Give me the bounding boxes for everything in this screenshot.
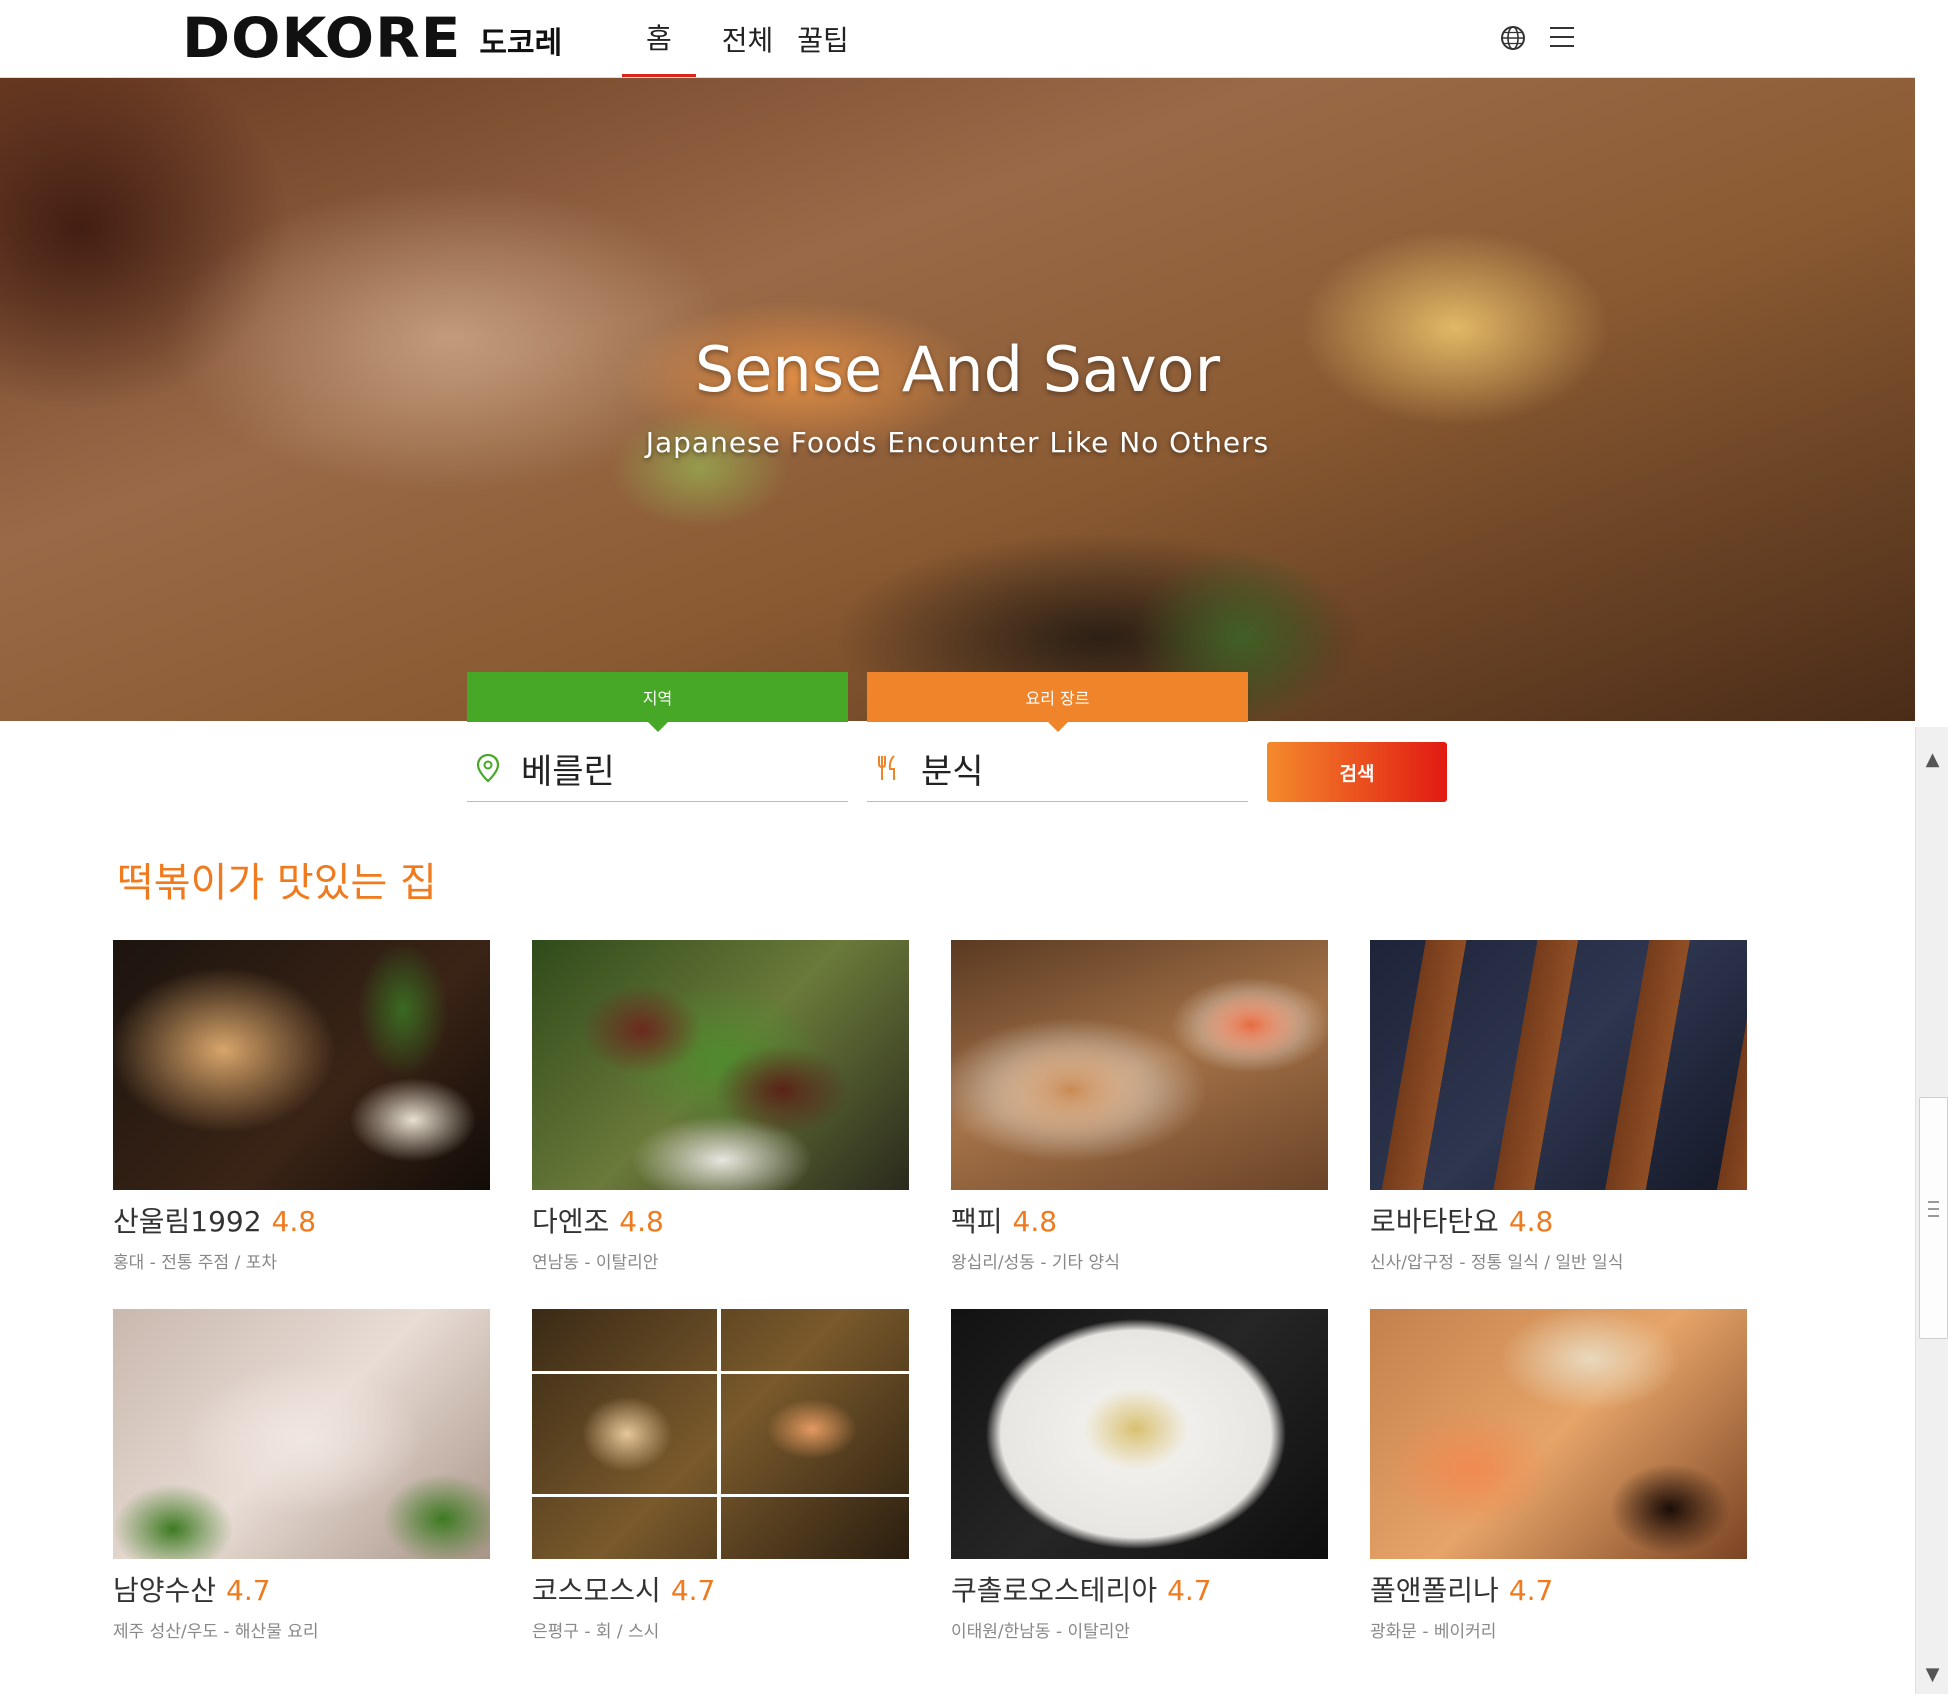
fork-knife-icon [878, 755, 895, 780]
main-nav: 홈 전체 꿀팁 [622, 0, 861, 77]
restaurant-photo[interactable] [113, 940, 490, 1190]
restaurant-meta: 왕십리/성동 - 기타 양식 [951, 1253, 1120, 1273]
area-field[interactable]: 베를린 [467, 735, 848, 802]
restaurant-meta: 은평구 - 회 / 스시 [532, 1622, 660, 1642]
genre-value: 분식 [921, 751, 984, 792]
hero-subtitle: Japanese Foods Encounter Like No Others [645, 426, 1270, 459]
restaurant-meta: 광화문 - 베이커리 [1370, 1622, 1497, 1642]
restaurant-rating: 4.7 [1167, 1574, 1212, 1607]
restaurant-meta: 이태원/한남동 - 이탈리안 [951, 1622, 1131, 1642]
restaurant-photo[interactable] [113, 1309, 490, 1559]
scroll-up-arrow-icon[interactable]: ▲ [1916, 739, 1948, 779]
restaurant-rating: 4.8 [1012, 1205, 1058, 1238]
scroll-down-arrow-icon[interactable]: ▼ [1916, 1654, 1948, 1694]
restaurant-rating: 4.7 [1508, 1574, 1554, 1607]
restaurant-rating: 4.8 [271, 1205, 317, 1238]
nav-all[interactable]: 전체 [710, 0, 786, 77]
area-tab[interactable]: 지역 [467, 672, 848, 732]
restaurant-rating: 4.8 [1508, 1205, 1554, 1238]
restaurant-card[interactable]: 폴앤폴리나 4.7 광화문 - 베이커리 [1370, 1309, 1747, 1642]
restaurant-meta: 신사/압구정 - 정통 일식 / 일반 일식 [1370, 1253, 1624, 1273]
globe-icon[interactable] [1500, 25, 1526, 51]
scrollbar[interactable]: ▲ ▼ [1915, 727, 1948, 1694]
nav-home[interactable]: 홈 [622, 0, 696, 77]
restaurant-name[interactable]: 폴앤폴리나 [1370, 1574, 1499, 1607]
restaurant-rating: 4.7 [670, 1574, 716, 1607]
restaurant-name[interactable]: 남양수산 [113, 1574, 216, 1607]
logo-text-ko: 도코레 [479, 26, 563, 61]
restaurant-card[interactable]: 쿠촐로오스테리아 4.7 이태원/한남동 - 이탈리안 [951, 1309, 1328, 1642]
logo[interactable]: DOKORE 도코레 [182, 10, 562, 66]
hamburger-menu-icon[interactable] [1550, 27, 1574, 49]
area-value: 베를린 [521, 751, 615, 792]
restaurant-name[interactable]: 쿠촐로오스테리아 [951, 1574, 1157, 1607]
location-pin-icon [476, 753, 500, 783]
search-button[interactable]: 검색 [1267, 742, 1447, 802]
area-tab-label: 지역 [642, 689, 673, 708]
restaurant-name[interactable]: 다엔조 [532, 1205, 609, 1238]
restaurant-meta: 연남동 - 이탈리안 [532, 1253, 659, 1273]
restaurant-card[interactable]: 다엔조 4.8 연남동 - 이탈리안 [532, 940, 909, 1273]
section-title: 떡볶이가 맛있는 집 [117, 860, 437, 906]
restaurant-card[interactable]: 코스모스시 4.7 은평구 - 회 / 스시 [532, 1309, 909, 1642]
genre-field[interactable]: 분식 [867, 735, 1248, 802]
restaurant-photo[interactable] [951, 940, 1328, 1190]
restaurant-rating: 4.8 [619, 1205, 664, 1238]
restaurant-card[interactable]: 남양수산 4.7 제주 성산/우도 - 해산물 요리 [113, 1309, 490, 1642]
hero-title: Sense And Savor [694, 333, 1221, 406]
restaurant-photo[interactable] [1370, 940, 1747, 1190]
restaurant-card[interactable]: 팩피 4.8 왕십리/성동 - 기타 양식 [951, 940, 1328, 1273]
restaurant-photo[interactable] [532, 1309, 909, 1559]
restaurant-name[interactable]: 팩피 [951, 1205, 1003, 1238]
restaurant-card[interactable]: 산울림1992 4.8 홍대 - 전통 주점 / 포차 [113, 940, 490, 1273]
scroll-thumb[interactable] [1919, 1097, 1948, 1339]
restaurant-meta: 홍대 - 전통 주점 / 포차 [113, 1253, 278, 1273]
genre-tab-label: 요리 장르 [1025, 689, 1090, 708]
restaurant-card[interactable]: 로바타탄요 4.8 신사/압구정 - 정통 일식 / 일반 일식 [1370, 940, 1747, 1273]
restaurant-meta: 제주 성산/우도 - 해산물 요리 [113, 1622, 319, 1642]
logo-text-en: DOKORE [182, 5, 462, 71]
genre-tab[interactable]: 요리 장르 [867, 672, 1248, 732]
restaurant-name[interactable]: 산울림1992 [113, 1205, 262, 1238]
restaurant-name[interactable]: 코스모스시 [532, 1574, 661, 1607]
restaurant-photo[interactable] [1370, 1309, 1747, 1559]
restaurant-name[interactable]: 로바타탄요 [1370, 1205, 1499, 1238]
hero-banner: Sense And Savor Japanese Foods Encounter… [0, 78, 1915, 721]
restaurant-photo[interactable] [532, 940, 909, 1190]
restaurant-rating: 4.7 [226, 1574, 271, 1607]
site-header: DOKORE 도코레 홈 전체 꿀팁 [0, 0, 1915, 78]
nav-tips[interactable]: 꿀팁 [785, 0, 861, 77]
restaurant-photo[interactable] [951, 1309, 1328, 1559]
